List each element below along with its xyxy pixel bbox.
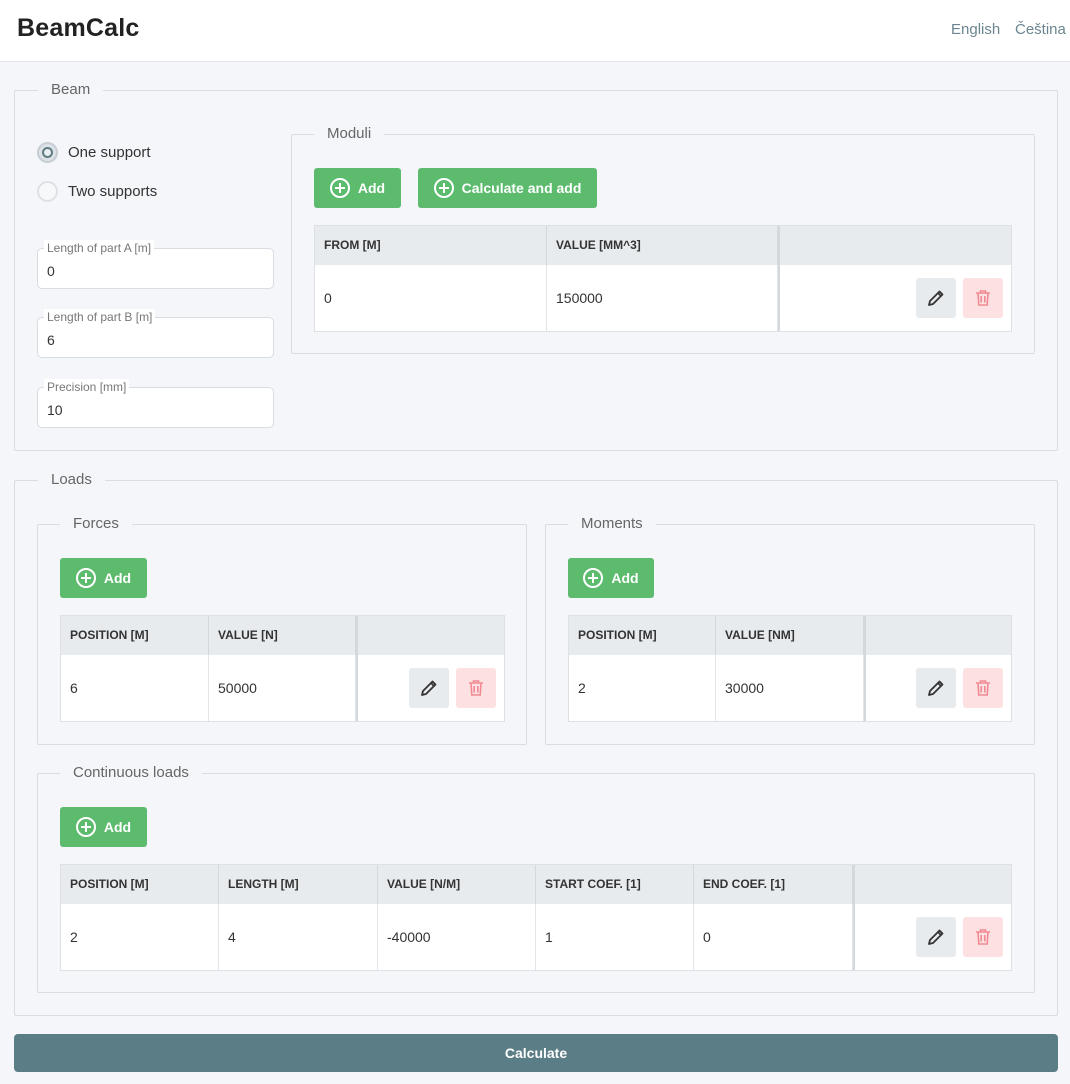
moduli-add-label: Add [357, 180, 386, 196]
one-support-label: One support [68, 143, 151, 161]
delete-button[interactable] [456, 668, 496, 708]
trash-icon [976, 929, 990, 945]
continuous-loads-legend: Continuous loads [60, 764, 202, 782]
table-cell: 2 [569, 655, 716, 721]
length-part-a-field: Length of part A [m] [37, 240, 274, 289]
one-support-radio[interactable]: One support [37, 141, 151, 163]
actions-column [778, 226, 780, 331]
column-header: VALUE [N/M] [378, 865, 536, 904]
beam-legend: Beam [38, 81, 104, 99]
continuous-loads-add-button[interactable]: Add [60, 807, 147, 847]
moments-table: POSITION [M] VALUE [NM] 2 30000 [568, 615, 1012, 722]
pencil-icon [421, 680, 437, 696]
pencil-icon [928, 290, 944, 306]
moduli-calculate-and-add-button[interactable]: Calculate and add [418, 168, 597, 208]
moduli-add-button[interactable]: Add [314, 168, 401, 208]
table-cell: 1 [536, 904, 694, 970]
delete-button[interactable] [963, 668, 1003, 708]
length-part-a-input[interactable] [47, 261, 267, 281]
column-header: END COEF. [1] [694, 865, 853, 904]
column-header: POSITION [M] [61, 865, 219, 904]
length-part-b-field: Length of part B [m] [37, 309, 274, 358]
forces-add-label: Add [103, 570, 132, 586]
actions-column [853, 865, 855, 970]
plus-circle-icon [75, 568, 96, 588]
column-header: LENGTH [M] [219, 865, 378, 904]
pencil-icon [928, 680, 944, 696]
column-header: FROM [M] [315, 226, 547, 265]
table-cell: 50000 [209, 655, 356, 721]
table-cell: 150000 [547, 265, 778, 331]
plus-circle-icon [75, 817, 96, 837]
continuous-loads-add-label: Add [103, 819, 132, 835]
delete-button[interactable] [963, 278, 1003, 318]
moments-add-label: Add [611, 570, 639, 586]
table-cell: 6 [61, 655, 209, 721]
actions-column [356, 616, 358, 721]
forces-add-button[interactable]: Add [60, 558, 147, 598]
table-cell: 30000 [716, 655, 864, 721]
table-cell: -40000 [378, 904, 536, 970]
edit-button[interactable] [916, 278, 956, 318]
continuous-loads-table: POSITION [M] LENGTH [M] VALUE [N/M] STAR… [60, 864, 1012, 971]
length-part-b-input[interactable] [47, 330, 267, 350]
delete-button[interactable] [963, 917, 1003, 957]
language-english-link[interactable]: English [951, 21, 1000, 38]
moments-add-button[interactable]: Add [568, 558, 654, 598]
language-czech-link[interactable]: Čeština [1015, 21, 1066, 38]
precision-input[interactable] [47, 400, 267, 420]
table-cell: 2 [61, 904, 219, 970]
loads-legend: Loads [38, 471, 105, 489]
forces-table: POSITION [M] VALUE [N] 6 50000 [60, 615, 505, 722]
plus-circle-icon [583, 568, 604, 588]
pencil-icon [928, 929, 944, 945]
length-part-b-label: Length of part B [m] [44, 309, 156, 325]
plus-circle-icon [433, 178, 454, 198]
column-header: VALUE [MM^3] [547, 226, 778, 265]
app-brand[interactable]: BeamCalc [17, 14, 140, 43]
table-cell: 4 [219, 904, 378, 970]
two-supports-radio[interactable]: Two supports [37, 180, 157, 202]
precision-field: Precision [mm] [37, 379, 274, 428]
actions-column [864, 616, 866, 721]
forces-legend: Forces [60, 515, 132, 533]
two-supports-label: Two supports [68, 182, 158, 200]
precision-label: Precision [mm] [44, 379, 130, 395]
column-header: POSITION [M] [61, 616, 209, 655]
radio-dot[interactable] [37, 141, 58, 163]
column-header: START COEF. [1] [536, 865, 694, 904]
plus-circle-icon [329, 178, 350, 198]
moments-legend: Moments [568, 515, 656, 533]
edit-button[interactable] [409, 668, 449, 708]
column-header: VALUE [NM] [716, 616, 864, 655]
moduli-table: FROM [M] VALUE [MM^3] 0 150000 [314, 225, 1012, 332]
trash-icon [976, 680, 990, 696]
edit-button[interactable] [916, 668, 956, 708]
trash-icon [469, 680, 483, 696]
column-header: POSITION [M] [569, 616, 716, 655]
edit-button[interactable] [916, 917, 956, 957]
top-navbar: BeamCalc English Čeština [0, 0, 1070, 62]
trash-icon [976, 290, 990, 306]
moduli-legend: Moduli [314, 125, 385, 143]
calculate-button[interactable]: Calculate [14, 1034, 1058, 1072]
moduli-calculate-and-add-label: Calculate and add [461, 180, 582, 196]
column-header: VALUE [N] [209, 616, 356, 655]
radio-dot[interactable] [37, 180, 58, 202]
table-cell: 0 [694, 904, 853, 970]
table-cell: 0 [315, 265, 547, 331]
length-part-a-label: Length of part A [m] [44, 240, 155, 256]
